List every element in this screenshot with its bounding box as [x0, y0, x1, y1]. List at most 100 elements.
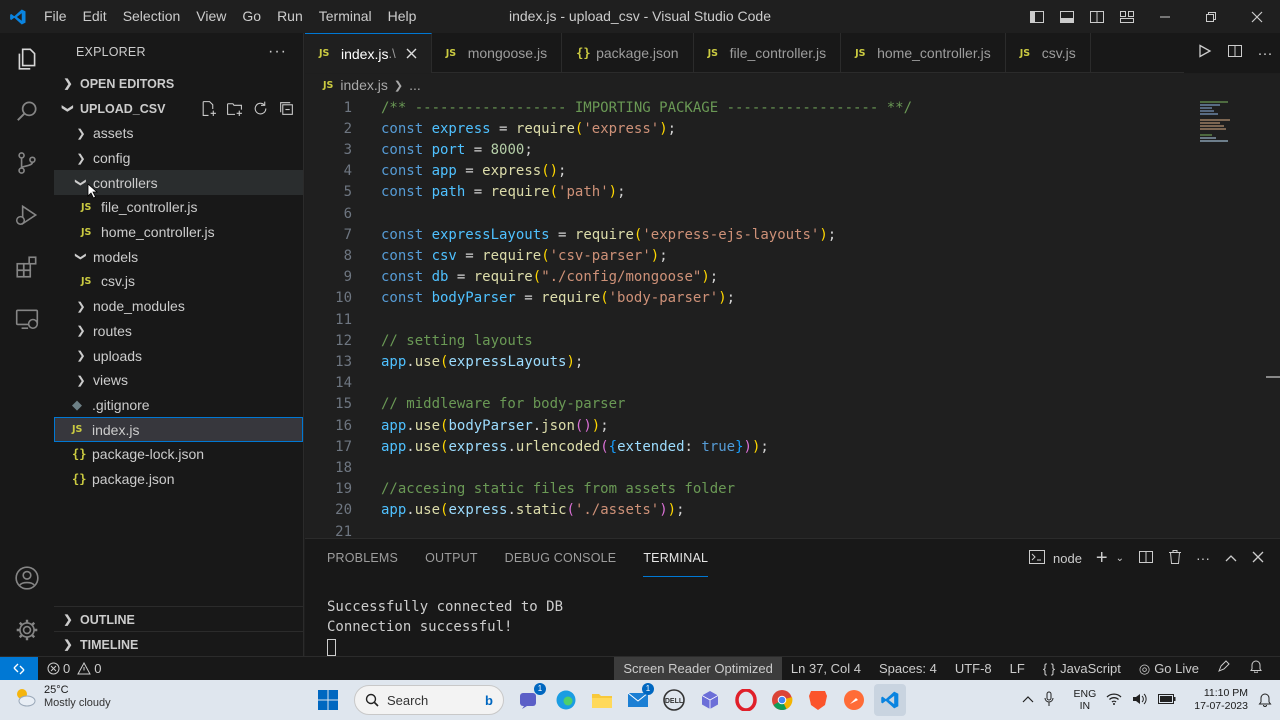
chat-teams-icon[interactable]: 1 — [514, 683, 546, 716]
close-window-icon[interactable] — [1234, 0, 1280, 33]
notifications-bell-icon[interactable] — [1240, 657, 1272, 680]
menu-go[interactable]: Go — [234, 0, 269, 33]
problems-status[interactable]: 0 0 — [38, 657, 110, 680]
run-code-icon[interactable] — [1190, 44, 1220, 62]
weather-widget[interactable]: 25°C Mostly cloudy — [12, 684, 111, 710]
brave-browser-icon[interactable] — [802, 684, 834, 716]
tab-csv-js[interactable]: JS csv.js — [1006, 33, 1091, 73]
menu-run[interactable]: Run — [269, 0, 311, 33]
outline-section[interactable]: ❯ OUTLINE — [54, 606, 304, 632]
chevron-down-icon[interactable]: ⌄ — [1116, 553, 1130, 564]
tab-output[interactable]: OUTPUT — [425, 539, 478, 577]
split-terminal-icon[interactable] — [1132, 549, 1160, 568]
tree-file[interactable]: JS index.js — [54, 417, 303, 442]
postman-icon[interactable] — [838, 684, 870, 716]
tree-file[interactable]: JS home_controller.js — [54, 220, 303, 245]
tab-home_controller-js[interactable]: JS home_controller.js — [841, 33, 1006, 73]
close-panel-icon[interactable] — [1246, 550, 1270, 566]
customize-layout-icon[interactable] — [1112, 0, 1142, 33]
eol-status[interactable]: LF — [1001, 657, 1034, 680]
tree-folder[interactable]: ❯ node_modules — [54, 294, 303, 319]
taskbar-search-box[interactable]: Search b — [354, 685, 504, 715]
maximize-panel-chevron-up-icon[interactable] — [1218, 550, 1244, 566]
go-live-button[interactable]: ◎ Go Live — [1130, 657, 1208, 680]
menu-view[interactable]: View — [188, 0, 234, 33]
open-editors-section[interactable]: ❯ OPEN EDITORS — [54, 71, 303, 96]
tab-debug-console[interactable]: DEBUG CONSOLE — [505, 539, 617, 577]
terminal-shell-name[interactable]: node — [1053, 551, 1088, 566]
toggle-secondary-sidebar-icon[interactable] — [1082, 0, 1112, 33]
tree-file[interactable]: {} package.json — [54, 467, 303, 492]
tab-mongoose-js[interactable]: JS mongoose.js — [432, 33, 563, 73]
encoding-status[interactable]: UTF-8 — [946, 657, 1001, 680]
microphone-icon[interactable] — [1044, 691, 1054, 710]
terminal-output[interactable]: Successfully connected to DB Connection s… — [327, 597, 563, 657]
indentation-status[interactable]: Spaces: 4 — [870, 657, 946, 680]
tab-package-json[interactable]: {} package.json — [562, 33, 694, 73]
show-hidden-icons-chevron-up-icon[interactable] — [1022, 694, 1034, 706]
tree-file[interactable]: {} package-lock.json — [54, 442, 303, 467]
tree-folder[interactable]: ❯ assets — [54, 121, 303, 146]
panel-more-icon[interactable]: ··· — [1190, 550, 1216, 566]
minimize-icon[interactable] — [1142, 0, 1188, 33]
split-editor-icon[interactable] — [1220, 43, 1250, 63]
chrome-browser-icon[interactable] — [766, 684, 798, 716]
settings-gear-icon[interactable] — [0, 604, 54, 656]
menu-file[interactable]: File — [36, 0, 75, 33]
mail-icon[interactable]: 1 — [622, 683, 654, 716]
toggle-primary-sidebar-icon[interactable] — [1022, 0, 1052, 33]
tree-folder[interactable]: ❯ routes — [54, 319, 303, 344]
app-cube-icon[interactable] — [694, 684, 726, 716]
tree-folder[interactable]: ❯ views — [54, 368, 303, 393]
file-explorer-folder-icon[interactable] — [586, 684, 618, 716]
remote-indicator-icon[interactable] — [0, 657, 38, 680]
editor-scrollbar[interactable] — [1266, 376, 1280, 378]
timeline-section[interactable]: ❯ TIMELINE — [54, 631, 304, 657]
language-mode[interactable]: { } JavaScript — [1034, 657, 1130, 680]
remote-explorer-icon[interactable] — [0, 293, 54, 345]
tree-file[interactable]: ◆ .gitignore — [54, 393, 303, 418]
code-editor[interactable]: 1 /** ------------------ IMPORTING PACKAG… — [305, 96, 1280, 538]
editor-more-icon[interactable]: ··· — [1250, 45, 1280, 62]
accounts-icon[interactable] — [0, 552, 54, 604]
feedback-icon[interactable] — [1208, 657, 1240, 680]
source-control-icon[interactable] — [0, 137, 54, 189]
new-terminal-icon[interactable]: + — [1090, 547, 1114, 570]
windows-start-icon[interactable] — [312, 684, 344, 716]
tab-problems[interactable]: PROBLEMS — [327, 539, 398, 577]
edge-browser-icon[interactable] — [550, 684, 582, 716]
kill-terminal-trash-icon[interactable] — [1162, 549, 1188, 568]
dell-icon[interactable]: DELL — [658, 684, 690, 716]
breadcrumb-symbol[interactable]: ... — [409, 77, 421, 93]
opera-browser-icon[interactable] — [730, 684, 762, 716]
tab-index-js[interactable]: JS index.js .\ — [305, 33, 432, 73]
screen-reader-status[interactable]: Screen Reader Optimized — [614, 657, 782, 680]
tree-folder[interactable]: ❯ config — [54, 146, 303, 171]
clock[interactable]: 11:10 PM 17-07-2023 — [1194, 687, 1248, 713]
search-icon[interactable] — [0, 85, 54, 137]
volume-icon[interactable] — [1132, 692, 1148, 709]
new-file-icon[interactable] — [200, 100, 217, 117]
notification-center-icon[interactable] — [1258, 691, 1272, 710]
new-folder-icon[interactable] — [226, 100, 243, 117]
toggle-panel-icon[interactable] — [1052, 0, 1082, 33]
battery-icon[interactable] — [1158, 693, 1176, 707]
language-indicator[interactable]: ENG IN — [1074, 688, 1097, 712]
menu-help[interactable]: Help — [380, 0, 425, 33]
tree-folder[interactable]: ❯ uploads — [54, 343, 303, 368]
extensions-icon[interactable] — [0, 241, 54, 293]
wifi-icon[interactable] — [1106, 692, 1122, 708]
breadcrumb-file[interactable]: index.js — [340, 77, 387, 93]
restore-icon[interactable] — [1188, 0, 1234, 33]
tree-folder[interactable]: ❯ models — [54, 244, 303, 269]
refresh-icon[interactable] — [252, 100, 269, 117]
cursor-position[interactable]: Ln 37, Col 4 — [782, 657, 870, 680]
explorer-more-icon[interactable]: ··· — [268, 43, 287, 61]
vscode-taskbar-icon[interactable] — [874, 684, 906, 716]
menu-edit[interactable]: Edit — [75, 0, 115, 33]
menu-terminal[interactable]: Terminal — [311, 0, 380, 33]
tab-file_controller-js[interactable]: JS file_controller.js — [694, 33, 842, 73]
menu-selection[interactable]: Selection — [115, 0, 189, 33]
project-section[interactable]: ❯ UPLOAD_CSV — [54, 96, 303, 121]
close-tab-icon[interactable] — [406, 46, 417, 62]
